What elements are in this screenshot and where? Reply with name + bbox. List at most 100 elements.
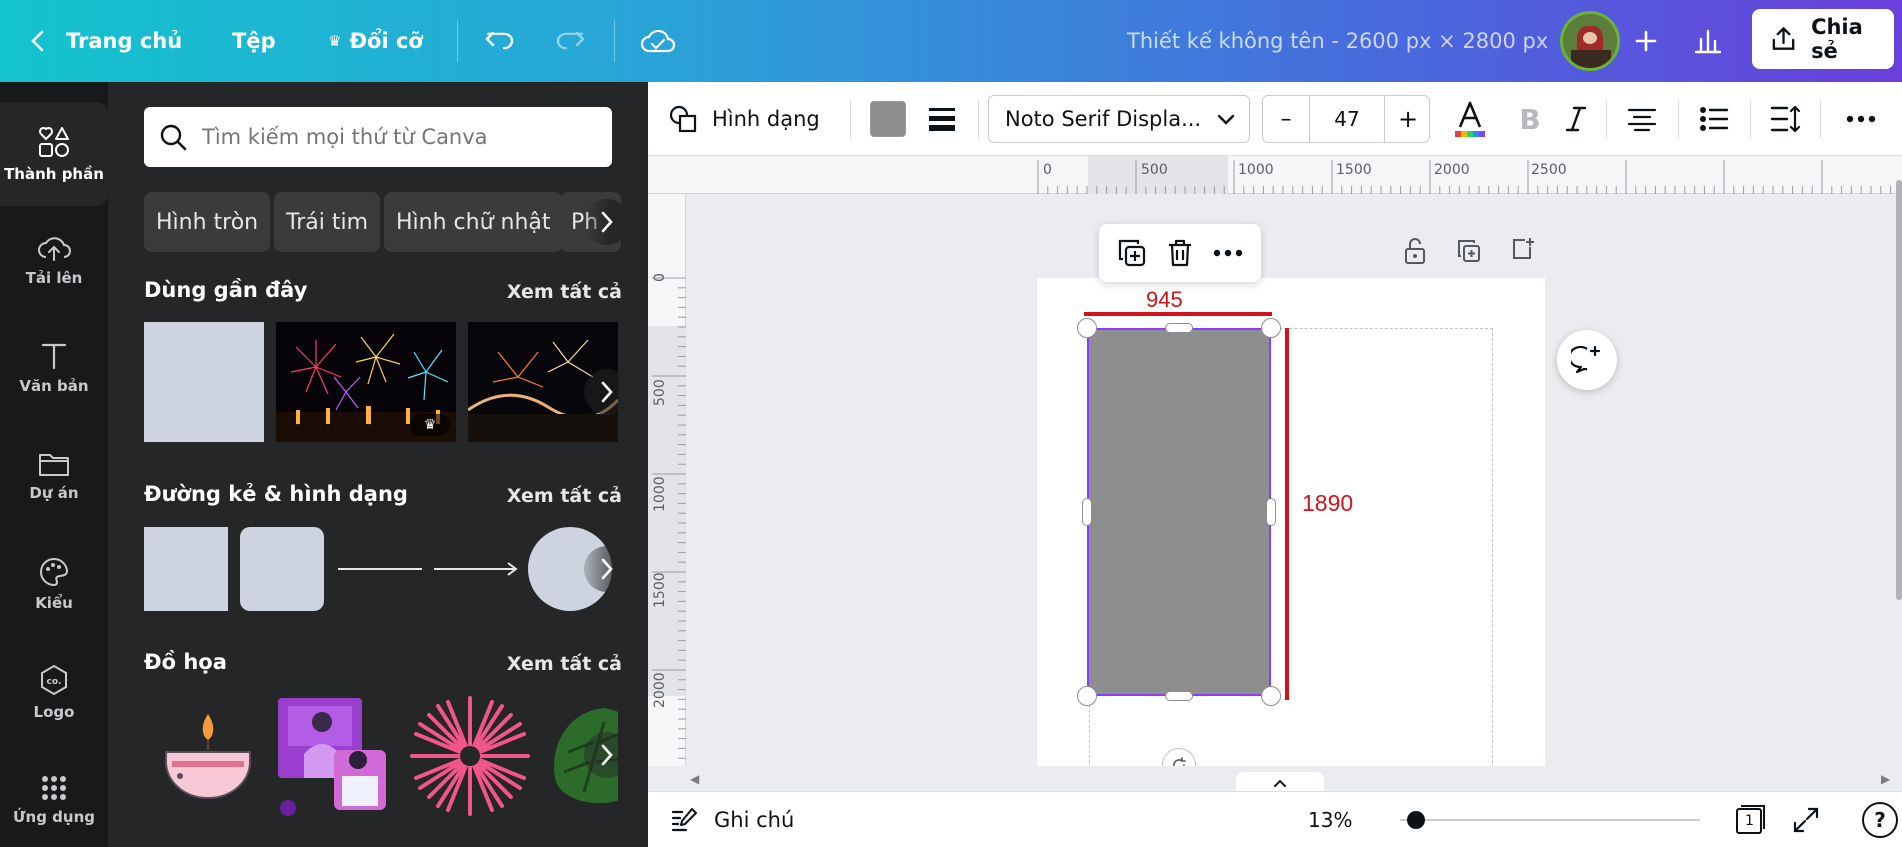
lock-page-button[interactable] — [1398, 234, 1432, 268]
arrow-line-shape[interactable] — [434, 558, 518, 580]
page-count: 1 — [1745, 813, 1754, 829]
document-title[interactable]: Thiết kế không tên - 2600 px × 2800 px — [1127, 0, 1548, 82]
rail-item-text[interactable]: Văn bản — [0, 316, 108, 420]
font-size-input[interactable]: 47 — [1310, 96, 1384, 142]
trash-icon[interactable] — [1166, 238, 1194, 268]
align-center-button[interactable] — [1622, 96, 1662, 142]
resize-handle-top-left[interactable] — [1077, 318, 1097, 338]
rail-item-styles[interactable]: Kiểu — [0, 532, 108, 636]
graphic-candle[interactable] — [158, 702, 258, 812]
bar-chart-icon — [1694, 29, 1722, 54]
ruler-label: 1500 — [1336, 162, 1372, 178]
rounded-square-shape[interactable] — [240, 527, 324, 611]
ruler-label: 0 — [652, 273, 668, 282]
italic-button[interactable] — [1556, 96, 1596, 142]
add-page-button[interactable] — [1506, 232, 1540, 266]
bullet-list-icon — [1700, 107, 1729, 131]
chips-next-button[interactable] — [584, 199, 630, 245]
add-comment-button[interactable] — [1557, 330, 1617, 390]
graphic-couple-drinks[interactable] — [274, 694, 394, 818]
palette-icon — [40, 557, 69, 587]
notes-label: Ghi chú — [714, 808, 795, 832]
redo-icon — [556, 31, 585, 50]
undo-button[interactable] — [484, 0, 516, 82]
file-menu-button[interactable]: Tệp — [232, 0, 276, 82]
chip-heart[interactable]: Trái tim — [274, 192, 381, 252]
resize-button[interactable]: ♛ Đổi cỡ — [328, 0, 423, 82]
fill-color-swatch[interactable] — [870, 101, 906, 137]
resize-handle-bottom-left[interactable] — [1077, 686, 1097, 706]
rail-item-apps[interactable]: Ứng dụng — [0, 748, 108, 847]
rail-label: Kiểu — [35, 594, 73, 612]
apps-grid-icon — [42, 776, 66, 800]
font-size-increase-button[interactable]: + — [1385, 96, 1431, 142]
selected-rectangle-shape[interactable] — [1087, 328, 1271, 696]
vertical-scrollbar[interactable] — [1896, 180, 1902, 600]
resize-handle-top[interactable] — [1165, 323, 1193, 333]
shape-type-button[interactable]: Hình dạng — [668, 82, 820, 156]
bold-button[interactable]: B — [1510, 96, 1550, 142]
rail-label: Logo — [33, 703, 75, 721]
line-shape[interactable] — [338, 568, 422, 570]
rail-label: Thành phần — [4, 165, 104, 183]
zoom-slider-thumb[interactable] — [1407, 811, 1425, 829]
scroll-right-arrow-icon[interactable]: ▶ — [1881, 772, 1890, 786]
rail-label: Ứng dụng — [12, 808, 95, 826]
avatar[interactable] — [1560, 11, 1620, 71]
chip-circle[interactable]: Hình tròn — [144, 192, 271, 252]
see-all-recent-link[interactable]: Xem tất cả — [507, 281, 622, 303]
graphics-next-button[interactable] — [584, 732, 630, 778]
notes-button[interactable]: Ghi chú — [670, 792, 794, 847]
divider — [1820, 100, 1821, 138]
resize-handle-right[interactable] — [1266, 498, 1276, 526]
text-color-button[interactable] — [1448, 96, 1492, 142]
ruler-label: 2500 — [1531, 162, 1567, 178]
couple-illustration-icon — [278, 698, 386, 816]
scroll-left-arrow-icon[interactable]: ◀ — [690, 772, 699, 786]
rail-item-projects[interactable]: Dự án — [0, 424, 108, 528]
zoom-percentage[interactable]: 13% — [1308, 792, 1352, 847]
recent-item-rectangle[interactable] — [144, 322, 264, 442]
search-icon — [160, 124, 187, 151]
search-box[interactable] — [144, 107, 612, 167]
see-all-lines-link[interactable]: Xem tất cả — [507, 485, 622, 507]
home-button[interactable]: Trang chủ — [28, 0, 182, 82]
resize-handle-top-right[interactable] — [1261, 318, 1281, 338]
rail-item-uploads[interactable]: Tải lên — [0, 208, 108, 312]
duplicate-icon[interactable] — [1117, 238, 1147, 268]
more-options-button[interactable] — [1838, 96, 1884, 142]
fullscreen-button[interactable] — [1788, 802, 1824, 838]
help-button[interactable]: ? — [1862, 802, 1898, 838]
graphic-starburst[interactable] — [408, 694, 532, 818]
divider — [1678, 100, 1679, 138]
share-button[interactable]: Chia sẻ — [1752, 9, 1894, 69]
zoom-slider-track[interactable] — [1400, 819, 1700, 821]
font-size-decrease-button[interactable]: – — [1263, 96, 1309, 142]
page-count-button[interactable]: 1 — [1732, 802, 1768, 838]
recent-item-fireworks-image[interactable]: ♛ — [276, 322, 456, 442]
lines-next-button[interactable] — [584, 546, 630, 592]
add-page-icon — [1513, 238, 1534, 259]
recent-next-button[interactable] — [584, 369, 630, 415]
insights-button[interactable] — [1686, 0, 1730, 82]
border-style-button[interactable] — [924, 101, 960, 137]
square-shape[interactable] — [144, 527, 228, 611]
rail-item-elements[interactable]: Thành phần — [0, 102, 108, 206]
see-all-graphics-link[interactable]: Xem tất cả — [507, 653, 622, 675]
search-input[interactable] — [202, 125, 602, 149]
chip-rectangle[interactable]: Hình chữ nhật — [384, 192, 563, 252]
bullet-list-button[interactable] — [1694, 96, 1734, 142]
redo-button[interactable] — [554, 0, 586, 82]
resize-handle-bottom[interactable] — [1165, 691, 1193, 701]
duplicate-page-button[interactable] — [1452, 234, 1486, 268]
more-horizontal-icon[interactable] — [1213, 249, 1243, 257]
spacing-button[interactable] — [1766, 96, 1806, 142]
bottom-bar: Ghi chú 13% 1 ? — [648, 791, 1902, 847]
resize-handle-left[interactable] — [1082, 498, 1092, 526]
folder-icon — [39, 454, 69, 476]
font-family-dropdown[interactable]: Noto Serif Displa... — [988, 95, 1250, 143]
add-collaborator-button[interactable] — [1622, 0, 1670, 82]
rail-item-logo[interactable]: co. Logo — [0, 640, 108, 744]
cloud-save-status[interactable] — [640, 0, 676, 82]
resize-handle-bottom-right[interactable] — [1261, 686, 1281, 706]
